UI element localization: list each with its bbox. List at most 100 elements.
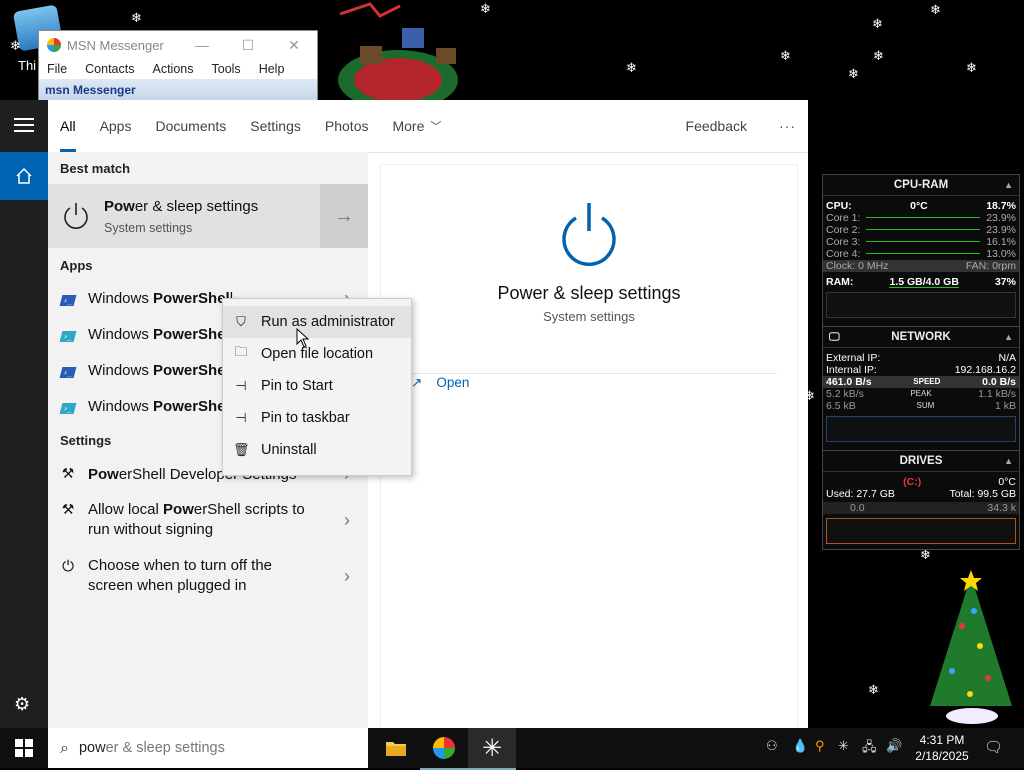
collapse-icon[interactable]: ▲ <box>1004 175 1013 195</box>
context-item-label: Uninstall <box>261 442 317 458</box>
msn-window-title: MSN Messenger <box>67 37 164 53</box>
tab-all[interactable]: All <box>48 100 88 152</box>
drive-usage-row: Used: 27.7 GB Total: 99.5 GB <box>826 488 1016 500</box>
msn-menu-contacts[interactable]: Contacts <box>85 62 134 76</box>
cpu-total-row: CPU: 0°C 18.7% <box>826 200 1016 212</box>
drives-gadget: DRIVES ▲ (C:) 0°C Used: 27.7 GB Total: 99.5… <box>822 450 1020 550</box>
clock-fan-row: Clock: 0 MHz FAN: 0rpm <box>823 260 1019 272</box>
search-filter-tabs: All Apps Documents Settings Photos More … <box>48 100 808 153</box>
taskbar-file-explorer[interactable] <box>372 728 420 768</box>
drive-header-row: (C:) 0°C <box>903 476 1016 488</box>
context-run-as-admin[interactable]: ⛉ Run as administrator <box>223 306 411 338</box>
tab-more[interactable]: More ﹀ <box>380 100 453 152</box>
people-tray-icon[interactable]: ⚇ <box>766 738 778 754</box>
msn-brand-bar: msn Messenger <box>39 79 317 101</box>
minimize-icon[interactable]: — <box>179 37 225 54</box>
cpu-history-graph <box>826 292 1016 318</box>
settings-gear-icon[interactable]: ⚙ <box>14 694 30 715</box>
taskbar-snow-app[interactable]: ✳ <box>468 728 516 770</box>
snowflake-icon: ✳ <box>481 734 503 762</box>
snowflake-tray-icon[interactable]: ✳ <box>838 738 849 754</box>
core-row: Core 4: 13.0% <box>826 248 1016 260</box>
snowflake-icon: ❄ <box>873 49 884 64</box>
shield-icon: ⛉ <box>236 314 246 329</box>
snowflake-icon: ❄ <box>10 39 21 54</box>
close-icon[interactable]: ✕ <box>271 37 317 54</box>
preview-divider <box>401 373 777 374</box>
home-nav-item[interactable] <box>0 152 48 200</box>
search-icon: ⌕ <box>60 738 69 757</box>
tab-documents[interactable]: Documents <box>143 100 238 152</box>
preview-open-action[interactable]: ↗ Open <box>411 375 469 391</box>
app-result-label: Windows PowerShell <box>88 289 233 307</box>
chevron-right-icon[interactable]: › <box>344 510 350 531</box>
context-uninstall[interactable]: 🗑 Uninstall <box>223 434 411 466</box>
msn-menu-help[interactable]: Help <box>259 62 285 76</box>
tab-settings[interactable]: Settings <box>238 100 313 152</box>
tab-photos[interactable]: Photos <box>313 100 381 152</box>
start-button[interactable] <box>0 728 48 768</box>
snowflake-icon: ❄ <box>626 61 637 76</box>
apps-header: Apps <box>60 258 93 273</box>
feedback-link[interactable]: Feedback <box>674 100 759 152</box>
msn-menu-actions[interactable]: Actions <box>153 62 194 76</box>
context-open-file-location[interactable]: 🗀 Open file location <box>223 338 411 370</box>
preview-open-label: Open <box>436 375 470 390</box>
snowflake-icon: ❄ <box>780 49 791 64</box>
core-row: Core 3: 16.1% <box>826 236 1016 248</box>
context-item-label: Run as administrator <box>261 314 395 330</box>
msn-menu-bar: File Contacts Actions Tools Help <box>39 59 317 79</box>
folder-icon <box>386 742 406 756</box>
powershell-icon: ›_ <box>59 366 77 378</box>
pin-icon: ⊣ <box>235 378 247 393</box>
best-match-expand-arrow-icon[interactable]: → <box>320 184 368 248</box>
msn-title-bar[interactable]: MSN Messenger — ☐ ✕ <box>39 31 317 59</box>
best-match-item[interactable]: Power & sleep settings System settings → <box>48 184 368 248</box>
taskbar-search-box[interactable]: ⌕ pow er & sleep settings <box>48 728 368 768</box>
chevron-right-icon[interactable]: › <box>344 566 350 587</box>
best-match-title-bold: Pow <box>104 198 135 215</box>
pin-icon: ⊣ <box>235 410 247 425</box>
more-options-icon[interactable]: ··· <box>767 100 808 152</box>
volume-icon[interactable]: 🔊 <box>886 738 902 754</box>
cpu-ram-title: CPU-RAM ▲ <box>823 175 1019 196</box>
collapse-icon[interactable]: ▲ <box>1004 327 1013 347</box>
search-tray-icon[interactable]: ⚲ <box>815 738 825 754</box>
power-icon <box>64 203 88 229</box>
best-match-title-rest: er & sleep settings <box>134 198 259 215</box>
christmas-house-decoration <box>338 2 458 100</box>
developer-tools-icon: ⚒ <box>61 466 75 482</box>
network-gadget: 🖵 NETWORK ▲ External IP: N/A Internal IP: 19… <box>822 326 1020 452</box>
context-item-label: Pin to Start <box>261 378 333 394</box>
msn-menu-file[interactable]: File <box>47 62 67 76</box>
maximize-icon[interactable]: ☐ <box>225 37 271 54</box>
system-clock[interactable]: 4:31 PM 2/18/2025 <box>906 732 978 764</box>
context-item-label: Pin to taskbar <box>261 410 350 426</box>
open-external-icon: ↗ <box>411 375 423 390</box>
drop-tray-icon[interactable]: 💧 <box>792 738 808 754</box>
tab-apps[interactable]: Apps <box>88 100 144 152</box>
context-pin-to-taskbar[interactable]: ⊣ Pin to taskbar <box>223 402 411 434</box>
notification-center-icon[interactable]: 🗨 <box>984 738 1003 756</box>
network-tray-icon[interactable]: 🖧 <box>862 738 877 760</box>
home-icon <box>16 167 32 184</box>
preview-pane: Power & sleep settings System settings ↗… <box>380 164 798 730</box>
collapse-icon[interactable]: ▲ <box>1004 451 1013 471</box>
msn-menu-tools[interactable]: Tools <box>212 62 241 76</box>
setting-result-item[interactable]: ⏻ Choose when to turn off the screen when… <box>48 556 368 600</box>
snowflake-icon: ❄ <box>848 67 859 82</box>
drives-title: DRIVES ▲ <box>823 451 1019 472</box>
context-pin-to-start[interactable]: ⊣ Pin to Start <box>223 370 411 402</box>
preview-subtitle: System settings <box>543 309 635 324</box>
external-ip-row: External IP: N/A <box>826 352 1016 364</box>
hamburger-menu-icon[interactable] <box>14 118 34 132</box>
desktop-icon-label[interactable]: Thi <box>18 58 36 73</box>
taskbar-msn-messenger[interactable] <box>420 728 468 770</box>
clock-date: 2/18/2025 <box>915 749 969 763</box>
drive-history-graph <box>826 518 1016 544</box>
powershell-ise-icon: ›_ <box>59 330 77 342</box>
best-match-subtitle: System settings <box>104 221 193 235</box>
tab-more-label: More <box>392 118 425 134</box>
setting-result-item[interactable]: ⚒ Allow local PowerShell scripts to run w… <box>48 500 368 544</box>
msn-messenger-window[interactable]: MSN Messenger — ☐ ✕ File Contacts Action… <box>38 30 318 104</box>
